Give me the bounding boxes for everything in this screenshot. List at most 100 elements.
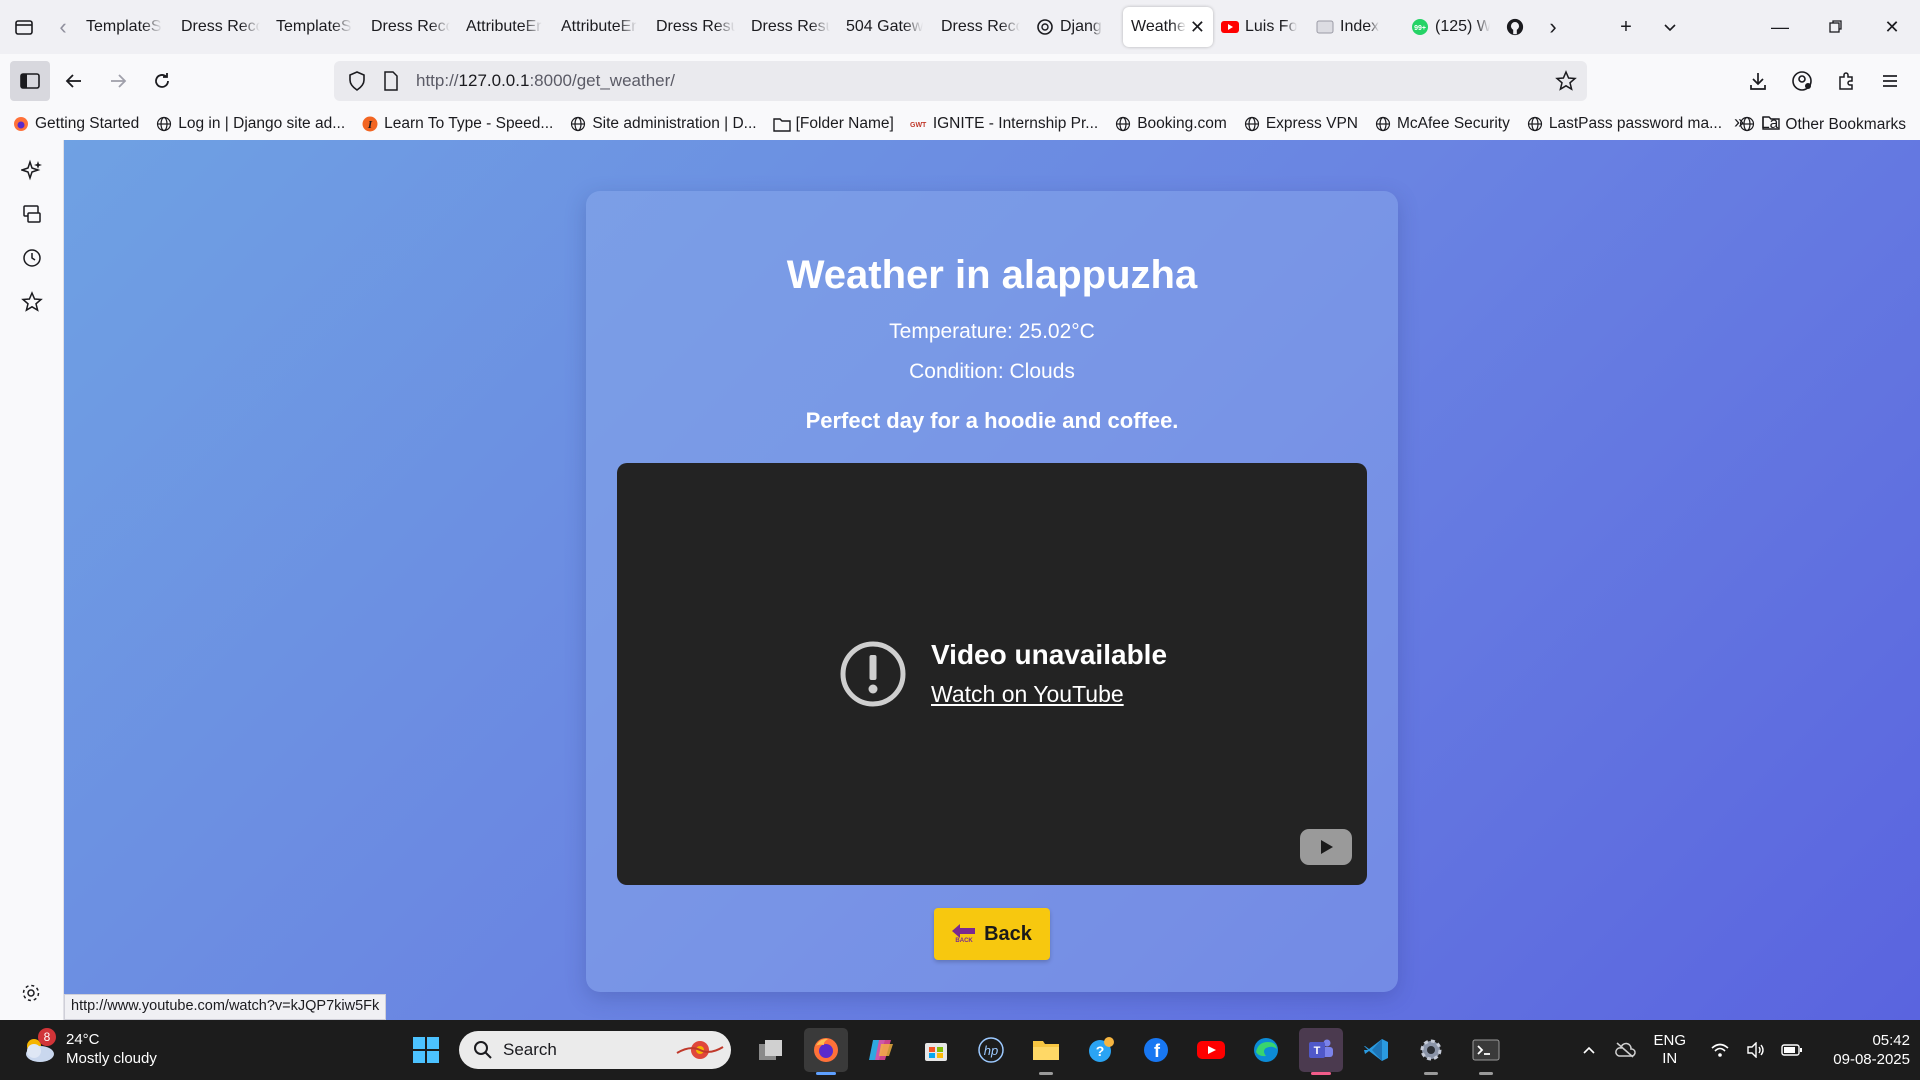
tab-label: AttributeEr <box>466 18 542 35</box>
bookmark-item[interactable]: McAfee Security <box>1374 115 1510 133</box>
tab-scroll-left-button[interactable]: ‹ <box>48 0 78 54</box>
close-tab-icon[interactable]: ✕ <box>1190 17 1205 38</box>
gear-icon <box>22 984 40 1002</box>
restore-button[interactable] <box>1808 0 1864 54</box>
volume-icon[interactable] <box>1738 1042 1774 1058</box>
youtube-logo-icon[interactable] <box>1300 829 1352 865</box>
onedrive-offline-icon[interactable] <box>1607 1042 1643 1058</box>
bookmark-item[interactable]: Getting Started <box>12 115 139 133</box>
watch-on-youtube-link[interactable]: Watch on YouTube <box>931 681 1167 708</box>
tab[interactable]: AttributeEr <box>458 7 553 47</box>
page-info-icon[interactable] <box>374 61 408 101</box>
ignite-icon: GWT <box>910 115 928 133</box>
bookmark-label: [Folder Name] <box>795 115 894 132</box>
sidebar-toggle-button[interactable] <box>10 61 50 101</box>
taskbar-edge[interactable] <box>1244 1028 1288 1072</box>
globe-icon <box>569 115 587 133</box>
extensions-button[interactable] <box>1826 61 1866 101</box>
bookmark-item[interactable]: Express VPN <box>1243 115 1358 133</box>
tab[interactable]: TemplateS <box>268 7 363 47</box>
taskbar-terminal[interactable] <box>1464 1028 1508 1075</box>
bookmark-item[interactable]: GWT IGNITE - Internship Pr... <box>910 115 1098 133</box>
url-text[interactable]: http://127.0.0.1:8000/get_weather/ <box>416 71 675 91</box>
battery-icon[interactable] <box>1774 1044 1810 1056</box>
downloads-button[interactable] <box>1738 61 1778 101</box>
tab[interactable] <box>1498 7 1538 47</box>
taskbar-facebook[interactable]: f <box>1134 1028 1178 1072</box>
synced-tabs-sidebar-button[interactable] <box>0 192 64 236</box>
tab[interactable]: Djang <box>1028 7 1123 47</box>
tab-label: Dress Recc <box>371 18 450 35</box>
globe-icon <box>1114 115 1132 133</box>
taskbar-firefox[interactable] <box>804 1028 848 1075</box>
bookmark-item[interactable]: LastPass password ma... <box>1526 115 1722 133</box>
tab[interactable]: Dress Recc <box>173 7 268 47</box>
forward-nav-button[interactable] <box>98 61 138 101</box>
tab[interactable]: Dress Recc <box>933 7 1028 47</box>
whatsapp-icon: 99+ <box>1411 18 1429 36</box>
tab[interactable]: TemplateS <box>78 7 173 47</box>
bookmark-item[interactable]: Site administration | D... <box>569 115 757 133</box>
taskbar-search-box[interactable]: Search <box>459 1031 731 1069</box>
taskbar-get-help[interactable]: ? <box>1079 1028 1123 1072</box>
wifi-icon[interactable] <box>1702 1042 1738 1058</box>
star-icon <box>21 291 43 312</box>
show-hidden-icons-button[interactable] <box>1571 1045 1607 1055</box>
close-window-button[interactable]: ✕ <box>1864 0 1920 54</box>
url-bar[interactable]: http://127.0.0.1:8000/get_weather/ <box>334 61 1587 101</box>
system-clock[interactable]: 05:42 09-08-2025 <box>1828 1031 1910 1069</box>
tab[interactable]: Dress Resu <box>743 7 838 47</box>
taskbar-file-explorer[interactable] <box>1024 1028 1068 1075</box>
back-nav-button[interactable] <box>54 61 94 101</box>
tab[interactable]: Dress Recc <box>363 7 458 47</box>
new-tab-button[interactable]: + <box>1604 0 1648 54</box>
other-bookmarks-folder[interactable]: Other Bookmarks <box>1762 114 1906 135</box>
tab-scroll-right-button[interactable]: › <box>1538 0 1568 54</box>
bookmark-label: Learn To Type - Speed... <box>384 115 554 132</box>
taskbar-vscode[interactable] <box>1354 1028 1398 1072</box>
tab[interactable]: AttributeEr <box>553 7 648 47</box>
bookmark-item[interactable]: Log in | Django site ad... <box>155 115 345 133</box>
arrow-right-icon <box>111 74 127 88</box>
tab[interactable]: Index <box>1308 7 1403 47</box>
bookmark-item[interactable]: Booking.com <box>1114 115 1227 133</box>
taskbar-microsoft-store[interactable] <box>914 1028 958 1072</box>
taskbar-copilot[interactable] <box>859 1028 903 1072</box>
history-sidebar-button[interactable] <box>0 236 64 280</box>
bookmark-item[interactable]: I Learn To Type - Speed... <box>361 115 553 133</box>
taskbar-teams[interactable]: T <box>1299 1028 1343 1075</box>
account-button[interactable] <box>1782 61 1822 101</box>
ai-chatbot-sidebar-button[interactable] <box>0 148 64 192</box>
tracking-protection-shield-icon[interactable] <box>340 61 374 101</box>
input-language-indicator[interactable]: ENG IN <box>1653 1032 1686 1068</box>
sidebar-settings-button[interactable] <box>20 982 42 1009</box>
svg-text:?: ? <box>1096 1043 1105 1059</box>
taskbar-settings[interactable] <box>1409 1028 1453 1075</box>
bookmark-item[interactable]: [Folder Name] <box>772 115 894 133</box>
tab-label: AttributeEr <box>561 18 637 35</box>
start-button[interactable] <box>404 1028 448 1072</box>
taskbar-hp[interactable]: hp <box>969 1028 1013 1072</box>
store-icon <box>925 1043 947 1061</box>
bookmarks-sidebar-button[interactable] <box>0 280 64 324</box>
taskbar-youtube[interactable] <box>1189 1028 1233 1072</box>
firefox-view-button[interactable] <box>0 0 48 54</box>
tab-label: Dress Resu <box>656 18 735 35</box>
weather-widget[interactable]: 8 24°C Mostly cloudy <box>20 1028 157 1068</box>
more-bookmarks-chevron-icon[interactable]: » <box>1734 112 1744 133</box>
youtube-video-embed[interactable]: Video unavailable Watch on YouTube <box>617 463 1367 885</box>
task-view-button[interactable] <box>749 1028 793 1072</box>
tab[interactable]: Luis Fo <box>1213 7 1308 47</box>
bookmark-star-icon[interactable] <box>1555 70 1577 97</box>
app-menu-button[interactable] <box>1870 61 1910 101</box>
svg-text:f: f <box>1154 1041 1161 1061</box>
tab[interactable]: Dress Resu <box>648 7 743 47</box>
tab-label: Dress Recc <box>941 18 1020 35</box>
tab[interactable]: 99+ (125) W <box>1403 7 1498 47</box>
tab[interactable]: 504 Gatew <box>838 7 933 47</box>
back-button[interactable]: BACK Back <box>934 908 1050 960</box>
tab-active[interactable]: Weathe ✕ <box>1123 7 1213 47</box>
minimize-button[interactable]: — <box>1752 0 1808 54</box>
reload-button[interactable] <box>142 61 182 101</box>
list-all-tabs-button[interactable] <box>1648 0 1692 54</box>
